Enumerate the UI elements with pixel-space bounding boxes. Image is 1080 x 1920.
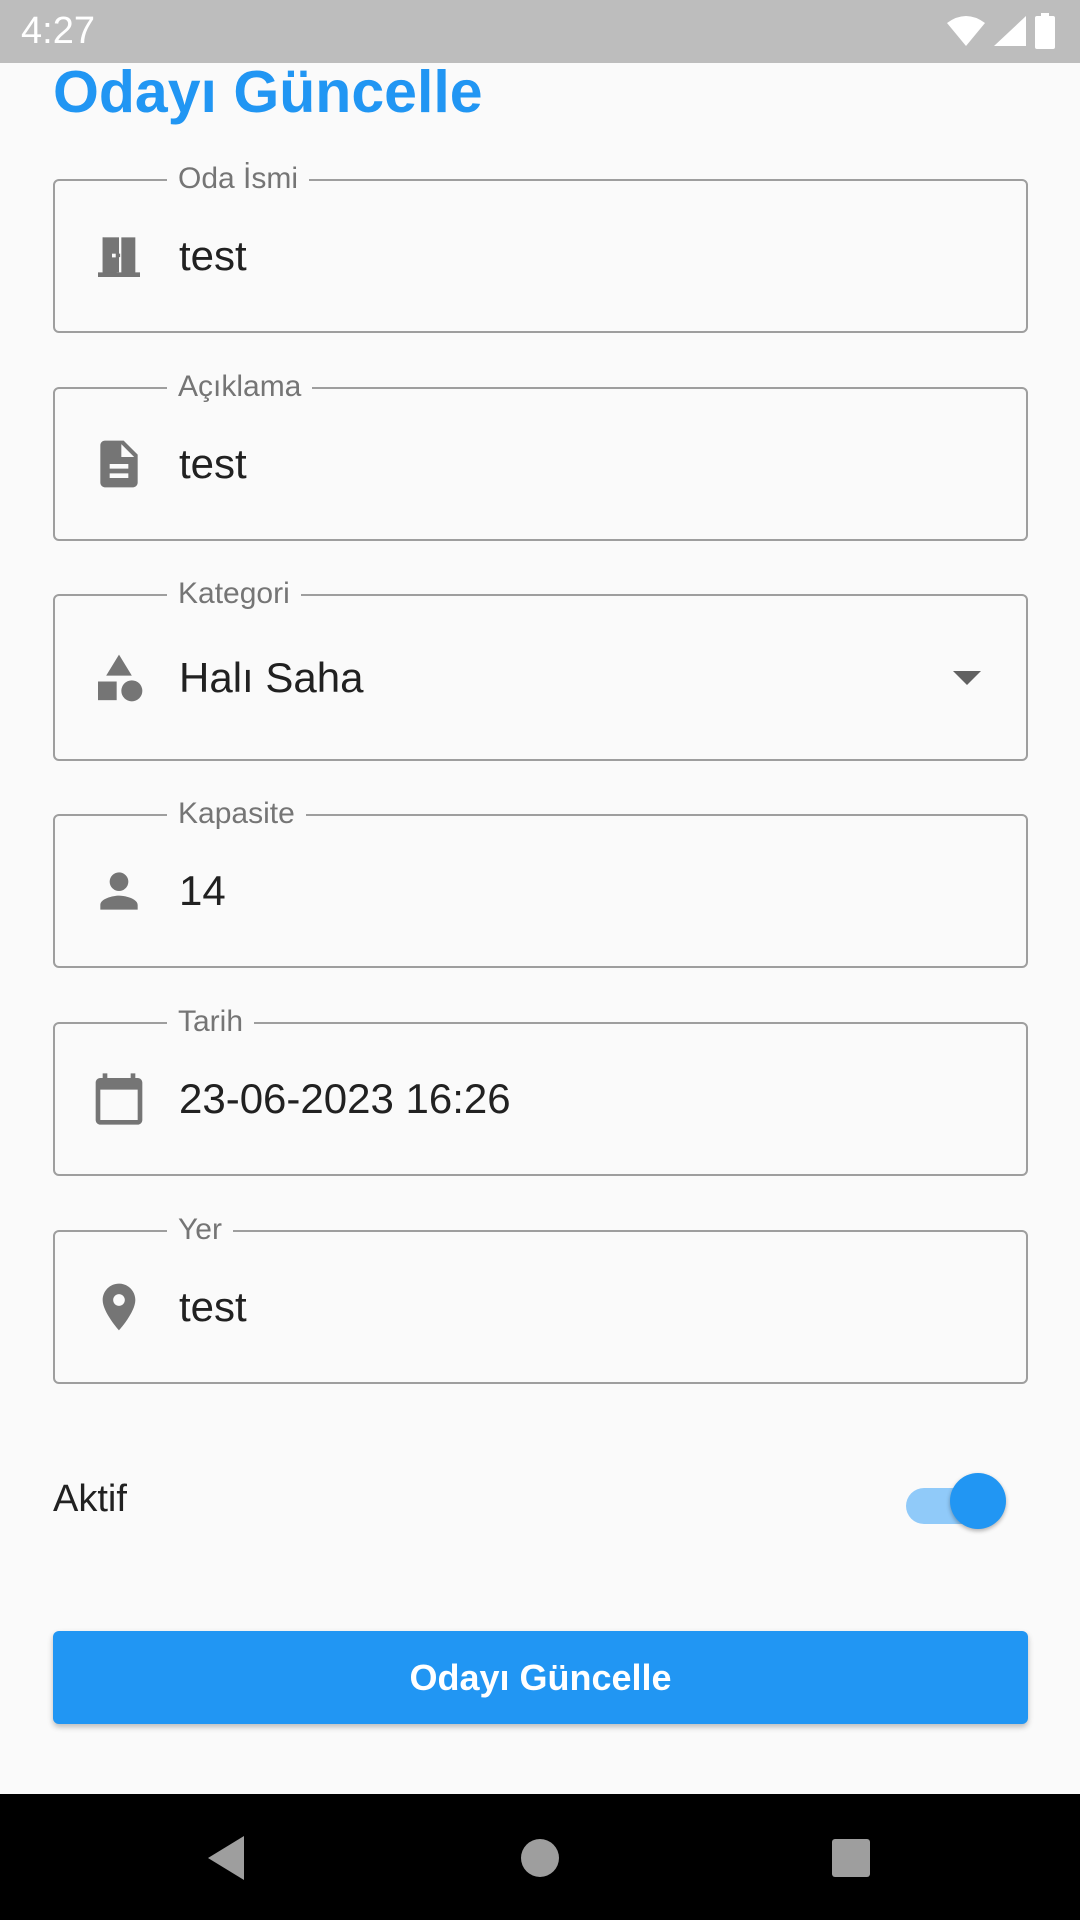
date-label: Tarih [167,1002,255,1042]
person-icon [91,863,147,919]
location-input[interactable]: test [179,1283,247,1331]
nav-home-button[interactable] [510,1828,570,1888]
page-title: Odayı Güncelle [53,59,483,125]
document-icon [91,436,147,492]
calendar-icon [91,1071,147,1127]
nav-recents-button[interactable] [821,1828,881,1888]
active-switch[interactable] [906,1473,1006,1529]
chevron-down-icon[interactable] [953,670,981,685]
status-bar: 4:27 [0,0,1080,63]
recents-square-icon [832,1839,870,1877]
room-name-label: Oda İsmi [167,159,310,199]
shapes-icon [91,650,147,706]
active-switch-label: Aktif [53,1478,127,1520]
capacity-field[interactable]: Kapasite 14 [53,794,1028,968]
back-triangle-icon [208,1836,244,1880]
navigation-bar [0,1794,1080,1920]
battery-icon [1035,13,1055,49]
category-label: Kategori [167,574,301,614]
date-field[interactable]: Tarih 23-06-2023 16:26 [53,1002,1028,1176]
capacity-input[interactable]: 14 [179,867,226,915]
description-field[interactable]: Açıklama test [53,367,1028,541]
active-switch-thumb[interactable] [950,1473,1006,1529]
location-pin-icon [91,1279,147,1335]
category-selected-value: Halı Saha [179,653,364,701]
nav-back-button[interactable] [196,1828,256,1888]
signal-icon [994,16,1026,46]
update-room-button[interactable]: Odayı Güncelle [53,1631,1028,1724]
room-name-field[interactable]: Oda İsmi test [53,159,1028,333]
description-input[interactable]: test [179,440,247,488]
room-name-input[interactable]: test [179,232,247,280]
location-label: Yer [167,1210,233,1250]
description-label: Açıklama [167,367,313,407]
door-icon [91,228,147,284]
location-field[interactable]: Yer test [53,1210,1028,1384]
home-circle-icon [521,1839,559,1877]
wifi-icon [947,16,985,46]
date-input[interactable]: 23-06-2023 16:26 [179,1075,511,1123]
status-time: 4:27 [21,10,95,52]
status-icons [946,12,1056,50]
capacity-label: Kapasite [167,794,306,834]
category-dropdown[interactable]: Kategori Halı Saha [53,574,1028,761]
